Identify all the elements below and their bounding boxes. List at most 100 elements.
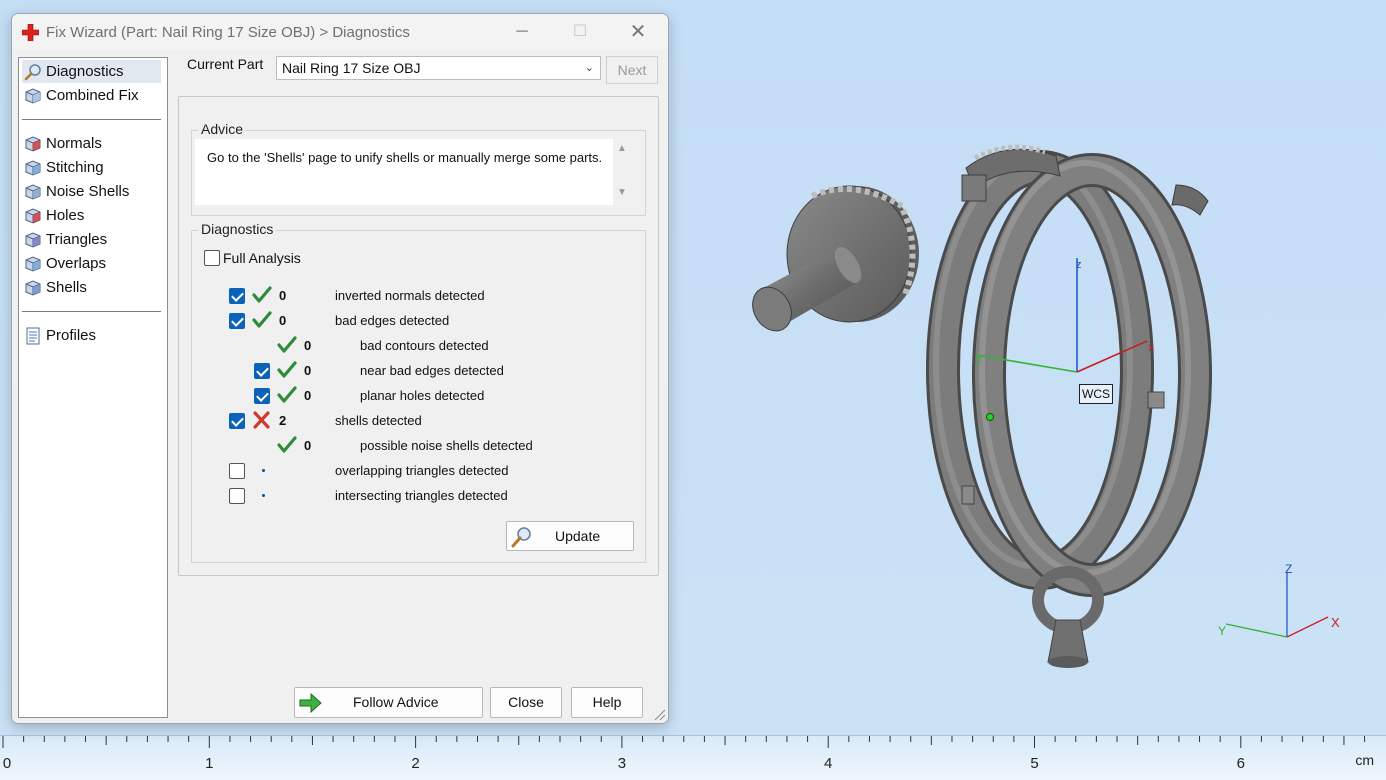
ring-part[interactable]: [926, 144, 1212, 668]
nav-item-triangles[interactable]: Triangles: [22, 228, 161, 251]
update-label: Update: [555, 528, 601, 544]
diagnostic-checkbox[interactable]: [254, 388, 270, 404]
diagnostic-count: 0: [304, 438, 312, 453]
pivot-point: [986, 413, 994, 421]
diagnostic-label: bad contours detected: [360, 338, 489, 353]
advice-scrollbar[interactable]: ▲ ▼: [613, 139, 631, 205]
maximize-button[interactable]: ☐: [567, 21, 593, 43]
ruler: 0 1 2 3 4 5 6 cm: [0, 735, 1386, 780]
current-part-value: Nail Ring 17 Size OBJ: [282, 60, 421, 76]
ruler-number: 6: [1236, 755, 1245, 772]
ruler-number: 2: [411, 755, 420, 772]
diagnostic-checkbox[interactable]: [229, 413, 245, 429]
diagnostic-count: 0: [279, 288, 287, 303]
full-analysis-checkbox[interactable]: [204, 250, 220, 266]
triad-y-label: Y: [1218, 624, 1226, 638]
diagnostic-label: intersecting triangles detected: [335, 488, 508, 503]
nav-item-label: Holes: [46, 207, 85, 224]
pending-status-icon: [262, 469, 265, 472]
nav-item-holes[interactable]: Holes: [22, 204, 161, 227]
stitching-cube-icon: [25, 160, 41, 176]
advice-title: Advice: [198, 121, 247, 137]
wcs-z-label: z: [1076, 259, 1082, 271]
diagnostic-checkbox[interactable]: [229, 488, 245, 504]
diagnostic-label: overlapping triangles detected: [335, 463, 509, 478]
wcs-label[interactable]: WCS: [1079, 384, 1113, 404]
ok-check-icon: [277, 336, 297, 354]
nav-item-overlaps[interactable]: Overlaps: [22, 252, 161, 275]
update-button[interactable]: Update: [506, 521, 634, 551]
ruler-number: 4: [824, 755, 833, 772]
diagnostic-count: 0: [304, 363, 312, 378]
diagnostic-checkbox[interactable]: [254, 363, 270, 379]
ruler-number: 5: [1030, 755, 1039, 772]
triad-z-label: Z: [1285, 562, 1292, 576]
nav-item-normals[interactable]: Normals: [22, 132, 161, 155]
ruler-number: 1: [205, 755, 214, 772]
app-cross-icon: [22, 24, 39, 41]
nav-item-label: Shells: [46, 279, 87, 296]
nav-separator: [22, 311, 161, 312]
diagnostic-label: bad edges detected: [335, 313, 450, 328]
nav-item-combined-fix[interactable]: Combined Fix: [22, 84, 161, 107]
normals-cube-icon: [25, 136, 41, 152]
title-bar[interactable]: Fix Wizard (Part: Nail Ring 17 Size OBJ)…: [12, 14, 668, 50]
follow-advice-button[interactable]: Follow Advice: [294, 687, 483, 718]
scroll-down-icon[interactable]: ▼: [617, 187, 627, 198]
diagnostic-checkbox[interactable]: [229, 463, 245, 479]
nav-item-label: Diagnostics: [46, 63, 124, 80]
triad-x-label: X: [1331, 615, 1340, 630]
overlaps-cube-icon: [25, 256, 41, 272]
current-part-label: Current Part: [187, 56, 264, 72]
diagnostic-count: 0: [304, 388, 312, 403]
window-title: Fix Wizard (Part: Nail Ring 17 Size OBJ)…: [46, 24, 410, 41]
triangles-cube-icon: [25, 232, 41, 248]
scroll-up-icon[interactable]: ▲: [617, 143, 627, 154]
diagnostic-count: 2: [279, 413, 287, 428]
magnifier-icon: [24, 64, 41, 81]
ok-check-icon: [277, 361, 297, 379]
advice-group: Advice Go to the 'Shells' page to unify …: [191, 121, 646, 216]
document-icon: [26, 327, 40, 345]
help-button[interactable]: Help: [571, 687, 643, 718]
orientation-triad: Z X Y: [1218, 562, 1340, 638]
nav-item-label: Combined Fix: [46, 87, 139, 104]
current-part-select[interactable]: Nail Ring 17 Size OBJ ⌄: [276, 56, 601, 80]
disc-part[interactable]: [745, 185, 919, 338]
ok-check-icon: [277, 436, 297, 454]
diagnostic-count: 0: [279, 313, 287, 328]
nav-item-stitching[interactable]: Stitching: [22, 156, 161, 179]
wcs-y-label: y: [976, 351, 982, 365]
nav-item-shells[interactable]: Shells: [22, 276, 161, 299]
resize-grip-icon[interactable]: [652, 707, 666, 721]
full-analysis-label: Full Analysis: [223, 250, 301, 266]
shells-cube-icon: [25, 280, 41, 296]
ruler-number: 0: [2, 755, 12, 772]
diagnostic-label: inverted normals detected: [335, 288, 485, 303]
diagnostic-count: 0: [304, 338, 312, 353]
arrow-right-icon: [299, 693, 322, 713]
nav-item-label: Normals: [46, 135, 102, 152]
diagnostic-checkbox[interactable]: [229, 288, 245, 304]
diagnostic-checkbox[interactable]: [229, 313, 245, 329]
advice-text: Go to the 'Shells' page to unify shells …: [195, 139, 615, 205]
diagnostic-label: possible noise shells detected: [360, 438, 533, 453]
magnifier-icon: [511, 527, 531, 548]
close-button[interactable]: Close: [490, 687, 562, 718]
diagnostic-label: shells detected: [335, 413, 422, 428]
follow-advice-label: Follow Advice: [353, 694, 439, 710]
holes-cube-icon: [25, 208, 41, 224]
next-button[interactable]: Next: [606, 56, 658, 84]
diagnostics-group: Diagnostics Full Analysis 0 inverted norm…: [191, 221, 646, 563]
wcs-x-label: x: [1148, 340, 1154, 354]
nav-item-label: Triangles: [46, 231, 108, 248]
noise-shells-icon: [25, 184, 41, 200]
window-close-button[interactable]: ✕: [625, 21, 651, 43]
minimize-button[interactable]: ─: [509, 21, 535, 43]
diagnostics-title: Diagnostics: [198, 221, 277, 237]
diagnostic-label: planar holes detected: [360, 388, 485, 403]
nav-item-diagnostics[interactable]: Diagnostics: [22, 60, 161, 83]
nav-item-noise-shells[interactable]: Noise Shells: [22, 180, 161, 203]
diagnostic-label: near bad edges detected: [360, 363, 504, 378]
nav-item-profiles[interactable]: Profiles: [22, 324, 161, 347]
